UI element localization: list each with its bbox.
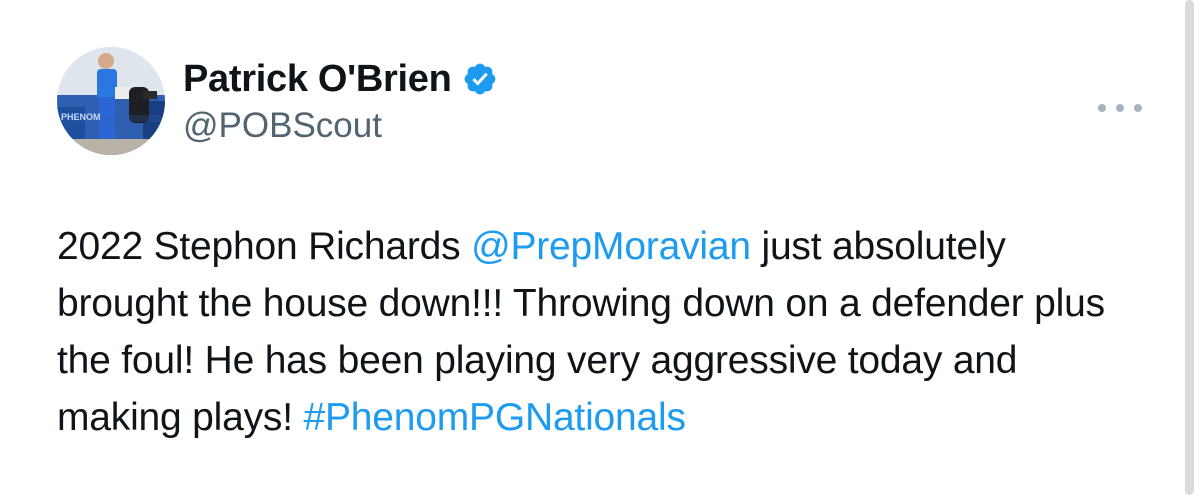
more-dot xyxy=(1098,104,1106,112)
more-dot xyxy=(1134,104,1142,112)
avatar-photo: PHENOM xyxy=(57,47,165,155)
tweet-card: PHENOM Patrick O'Brien @POBScout 2022 St… xyxy=(0,0,1200,495)
tweet-text: 2022 Stephon Richards @PrepMoravian just… xyxy=(57,218,1147,446)
verified-badge-icon xyxy=(462,61,498,97)
author-avatar[interactable]: PHENOM xyxy=(57,47,165,155)
tweet-text-segment: 2022 Stephon Richards xyxy=(57,225,472,268)
hashtag-link[interactable]: #PhenomPGNationals xyxy=(303,396,685,439)
author-display-name[interactable]: Patrick O'Brien xyxy=(183,58,452,101)
mention-link[interactable]: @PrepMoravian xyxy=(471,225,751,268)
scrollbar[interactable] xyxy=(1185,0,1194,495)
avatar-caption: PHENOM xyxy=(61,112,101,122)
author-handle[interactable]: @POBScout xyxy=(183,106,382,146)
more-dot xyxy=(1116,104,1124,112)
more-options-icon[interactable] xyxy=(1098,96,1142,120)
author-name-row: Patrick O'Brien xyxy=(183,55,498,103)
